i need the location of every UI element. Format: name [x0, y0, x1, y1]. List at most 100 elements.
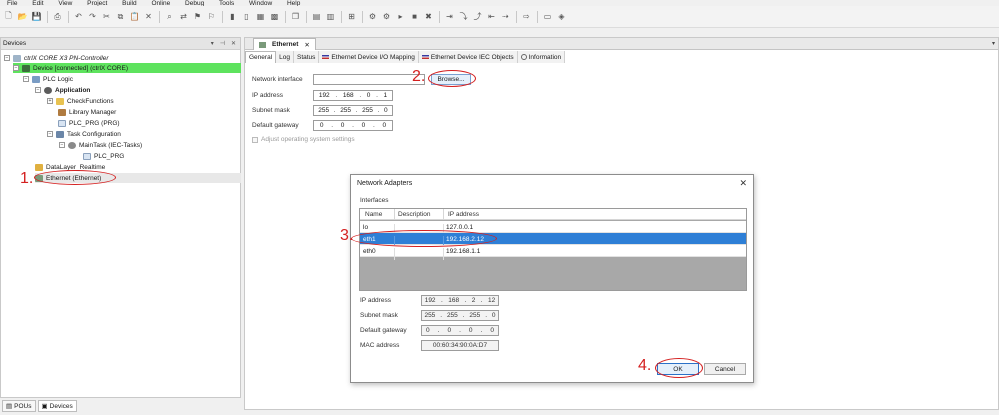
- dock-icon[interactable]: ⊣: [220, 40, 225, 47]
- ip-address-input[interactable]: 192. 168. 0. 1: [313, 90, 393, 101]
- tree-item-label: PLC_PRG: [94, 152, 125, 160]
- tree-item-plc-prg[interactable]: PLC_PRG (PRG): [58, 118, 120, 128]
- tab-label: Devices: [49, 402, 73, 410]
- collapse-toggle[interactable]: −: [4, 55, 10, 61]
- tree-item-application[interactable]: − Application: [35, 85, 90, 95]
- tree-item-label: PLC_PRG (PRG): [69, 119, 120, 127]
- network-adapters-dialog: Network Adapters ✕ Interfaces Name Descr…: [340, 174, 754, 383]
- tab-label: Information: [528, 53, 562, 61]
- run-icon[interactable]: ▸: [395, 11, 406, 22]
- ip-octet: 168: [342, 92, 354, 99]
- pin-icon[interactable]: ▾: [211, 40, 214, 47]
- tree-item-main-task[interactable]: − MainTask (IEC-Tasks): [59, 140, 142, 150]
- open-folder-icon[interactable]: 📂: [17, 11, 28, 22]
- collapse-toggle[interactable]: −: [35, 87, 41, 93]
- window-icon[interactable]: ❐: [290, 11, 301, 22]
- ip-octet: 1: [383, 92, 388, 99]
- cut-icon[interactable]: ✂: [101, 11, 112, 22]
- dialog-ip-address-label: IP address: [360, 297, 391, 304]
- default-gateway-label: Default gateway: [252, 122, 299, 129]
- redo-icon[interactable]: ↷: [87, 11, 98, 22]
- close-icon[interactable]: ✕: [231, 40, 236, 47]
- step-back-icon[interactable]: ⇤: [486, 11, 497, 22]
- tab-label: POUs: [14, 402, 32, 410]
- collapse-toggle[interactable]: −: [23, 76, 29, 82]
- tab-pous[interactable]: ▤ POUs: [2, 400, 36, 412]
- tab-status[interactable]: Status: [293, 51, 320, 63]
- tab-list-chevron-down-icon[interactable]: ▾: [992, 40, 995, 47]
- tab-information[interactable]: Information: [517, 51, 566, 63]
- collapse-toggle[interactable]: −: [13, 65, 19, 71]
- layout-alt-icon[interactable]: ▥: [325, 11, 336, 22]
- tab-io-mapping[interactable]: Ethernet Device I/O Mapping: [319, 51, 419, 63]
- tree-item-label: Application: [55, 86, 91, 94]
- replace-icon[interactable]: ⇄: [178, 11, 189, 22]
- tab-label: Ethernet Device I/O Mapping: [331, 53, 415, 61]
- close-icon[interactable]: ✕: [739, 178, 747, 189]
- grid-alt-icon[interactable]: ▩: [269, 11, 280, 22]
- subnet-mask-input[interactable]: 255. 255. 255. 0: [313, 105, 393, 116]
- column-header-description[interactable]: Description: [398, 211, 431, 218]
- document-tab-ethernet[interactable]: Ethernet ✕: [253, 38, 316, 50]
- expand-toggle[interactable]: +: [47, 98, 53, 104]
- tab-devices[interactable]: ▣ Devices: [37, 400, 77, 412]
- adjust-os-settings-checkbox[interactable]: Adjust operating system settings: [252, 136, 355, 143]
- iec-objects-icon: [421, 55, 429, 59]
- step-over-icon[interactable]: ⇥: [444, 11, 455, 22]
- undo-icon[interactable]: ↶: [73, 11, 84, 22]
- grid-icon[interactable]: ▦: [255, 11, 266, 22]
- cancel-button[interactable]: Cancel: [704, 363, 746, 375]
- collapse-toggle[interactable]: −: [47, 131, 53, 137]
- tree-item-check-functions[interactable]: + CheckFunctions: [47, 96, 114, 106]
- logout-icon[interactable]: ⚙: [381, 11, 392, 22]
- new-file-icon[interactable]: 🗋: [3, 11, 14, 22]
- monitor-icon[interactable]: ▭: [542, 11, 553, 22]
- layout-icon[interactable]: ▤: [311, 11, 322, 22]
- io-mapping-icon: [322, 55, 330, 59]
- dialog-ip-address-field: 192. 168. 2. 12: [421, 295, 499, 306]
- bookmark-next-icon[interactable]: ⚐: [206, 11, 217, 22]
- dialog-subnet-mask-field: 255. 255. 255. 0: [421, 310, 499, 321]
- ip-octet: 0: [447, 327, 452, 334]
- print-icon[interactable]: ⎙: [52, 11, 63, 22]
- tree-item-task-plc-prg[interactable]: PLC_PRG: [83, 151, 124, 161]
- default-gateway-input[interactable]: 0. 0. 0. 0: [313, 120, 393, 131]
- login-icon[interactable]: ⚙: [367, 11, 378, 22]
- column-header-ip-address[interactable]: IP address: [448, 211, 479, 218]
- ip-octet: 0: [426, 327, 430, 334]
- cursor-icon[interactable]: ⇢: [500, 11, 511, 22]
- tab-general[interactable]: General: [245, 51, 277, 63]
- breakpoint-icon[interactable]: ◈: [556, 11, 567, 22]
- tab-label: Log: [279, 53, 290, 61]
- build-icon[interactable]: ⊞: [346, 11, 357, 22]
- ethernet-tab-icon: [259, 41, 266, 48]
- stop-icon[interactable]: ■: [409, 11, 420, 22]
- ip-octet: 255: [362, 107, 373, 114]
- tree-item-project[interactable]: − ctrlX CORE X3 PN-Controller: [4, 53, 109, 63]
- network-interface-input[interactable]: [313, 74, 425, 85]
- tree-item-plc-logic[interactable]: − PLC Logic: [23, 74, 73, 84]
- ip-octet: 255: [340, 107, 352, 114]
- tab-iec-objects[interactable]: Ethernet Device IEC Objects: [418, 51, 518, 63]
- write-values-icon[interactable]: ⇨: [521, 11, 532, 22]
- step-out-icon[interactable]: ⤴: [472, 11, 483, 22]
- bookmark-icon[interactable]: ⚑: [192, 11, 203, 22]
- collapse-toggle[interactable]: −: [59, 142, 65, 148]
- flag-icon[interactable]: ▮: [227, 11, 238, 22]
- tree-item-library-manager[interactable]: Library Manager: [58, 107, 116, 117]
- delete-icon[interactable]: ✕: [143, 11, 154, 22]
- tree-item-task-configuration[interactable]: − Task Configuration: [47, 129, 121, 139]
- tab-log[interactable]: Log: [276, 51, 294, 63]
- step-into-icon[interactable]: ⤵: [458, 11, 469, 22]
- flag-next-icon[interactable]: ▯: [241, 11, 252, 22]
- bottom-tabs: ▤ POUs ▣ Devices: [0, 399, 241, 413]
- column-header-name[interactable]: Name: [365, 211, 382, 218]
- close-icon[interactable]: ✕: [304, 41, 309, 49]
- dialog-title: Network Adapters: [357, 180, 413, 187]
- tree-item-device[interactable]: − Device [connected] (ctrlX CORE): [13, 63, 241, 73]
- reset-icon[interactable]: ✖: [423, 11, 434, 22]
- find-icon[interactable]: ⌕: [164, 11, 175, 22]
- paste-icon[interactable]: 📋: [129, 11, 140, 22]
- copy-icon[interactable]: ⧉: [115, 11, 126, 22]
- save-icon[interactable]: 💾: [31, 11, 42, 22]
